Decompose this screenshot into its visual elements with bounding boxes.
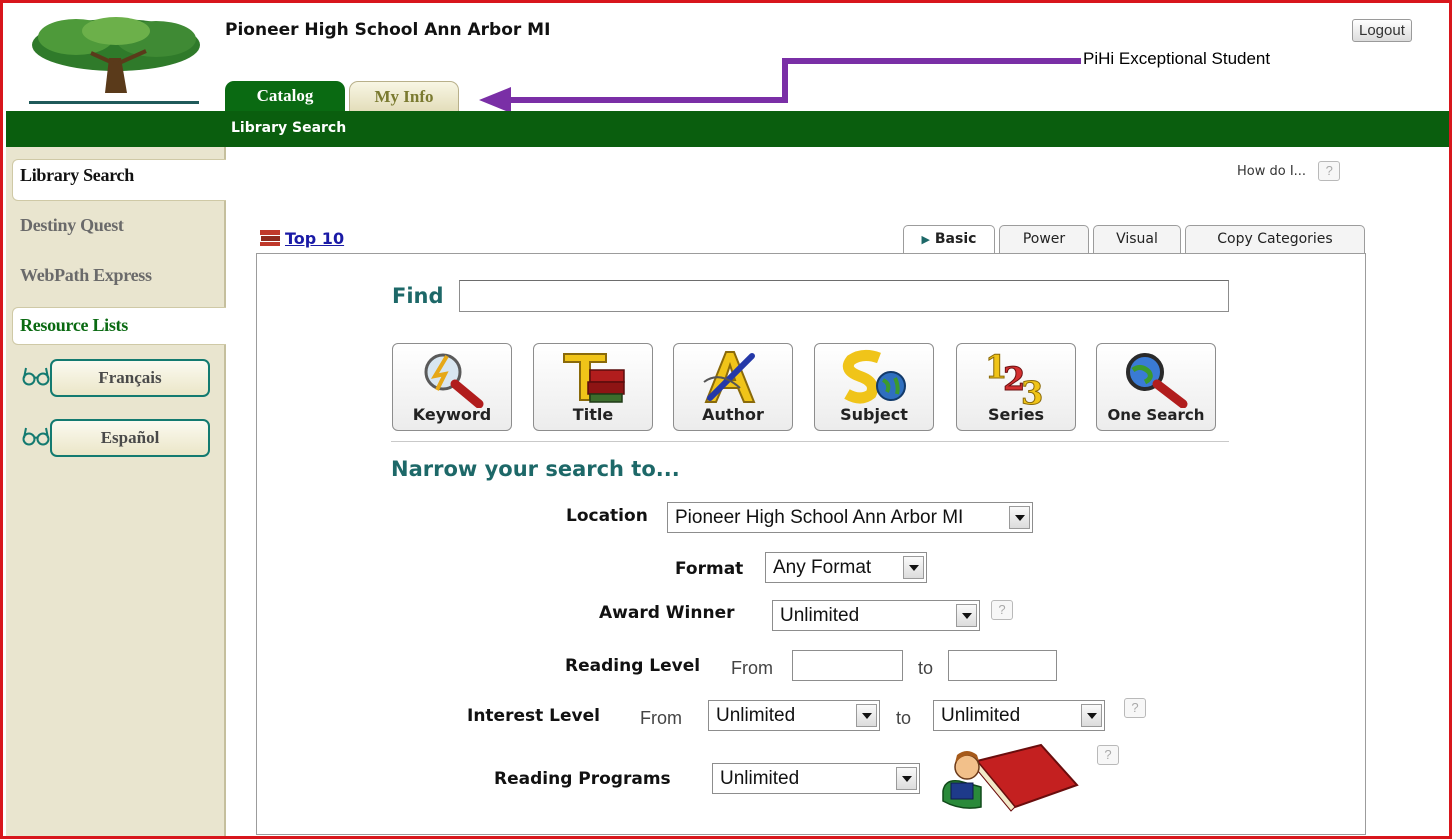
find-input[interactable] (459, 280, 1229, 312)
reading-to-label: to (918, 658, 934, 678)
tab-power[interactable]: Power (999, 225, 1089, 253)
interest-level-to-select[interactable]: Unlimited (933, 700, 1105, 731)
sidebar-item-webpath-express[interactable]: WebPath Express (20, 265, 152, 286)
reading-level-to-input[interactable] (948, 650, 1057, 681)
interest-level-from-select[interactable]: Unlimited (708, 700, 880, 731)
divider (391, 441, 1229, 442)
title-label: Title (572, 405, 614, 424)
interest-help-icon[interactable]: ? (1124, 698, 1146, 718)
subject-globe-icon (842, 349, 906, 404)
reading-programs-label: Reading Programs (494, 769, 671, 789)
title-books-icon (563, 353, 625, 403)
subject-search-button[interactable]: Subject (814, 343, 934, 431)
reading-from-label: From (731, 658, 773, 678)
tab-visual[interactable]: Visual (1093, 225, 1181, 253)
sidebar-item-library-search[interactable]: Library Search (20, 165, 134, 186)
interest-to-value: Unlimited (941, 705, 1021, 726)
interest-from-value: Unlimited (716, 705, 796, 726)
format-value: Any Format (773, 557, 872, 578)
glasses-icon (22, 365, 50, 392)
interest-from-label: From (640, 708, 682, 728)
help-icon[interactable]: ? (1318, 161, 1341, 181)
author-pen-icon (703, 351, 756, 403)
reading-programs-value: Unlimited (720, 768, 800, 789)
format-select[interactable]: Any Format (765, 552, 927, 583)
author-search-button[interactable]: Author (673, 343, 793, 431)
award-winner-value: Unlimited (780, 605, 860, 626)
find-label: Find (392, 284, 444, 308)
sidebar-item-destiny-quest[interactable]: Destiny Quest (20, 215, 124, 236)
chevron-down-icon (1009, 506, 1030, 529)
award-winner-label: Award Winner (599, 603, 735, 623)
resource-list-espanol[interactable]: Español (50, 419, 210, 457)
reading-level-from-input[interactable] (792, 650, 903, 681)
series-label: Series (987, 405, 1045, 424)
location-label: Location (566, 506, 648, 526)
location-select[interactable]: Pioneer High School Ann Arbor MI (667, 502, 1033, 533)
award-winner-select[interactable]: Unlimited (772, 600, 980, 631)
school-name: Pioneer High School Ann Arbor MI (225, 20, 551, 40)
tab-arrow-icon: ▶ (921, 233, 931, 246)
reading-programs-select[interactable]: Unlimited (712, 763, 920, 794)
location-value: Pioneer High School Ann Arbor MI (675, 507, 964, 528)
interest-level-label: Interest Level (467, 706, 600, 726)
search-panel (256, 253, 1366, 835)
tab-basic[interactable]: ▶ Basic (903, 225, 995, 253)
tab-catalog[interactable]: Catalog (225, 81, 345, 113)
author-label: Author (702, 405, 764, 424)
how-do-i[interactable]: How do I... ? (1237, 161, 1341, 181)
keyword-magnifier-icon (424, 353, 484, 408)
resource-list-francais[interactable]: Français (50, 359, 210, 397)
reading-level-label: Reading Level (565, 656, 701, 676)
how-do-i-label: How do I... (1237, 164, 1307, 179)
chevron-down-icon (896, 767, 917, 790)
series-123-icon: 1 2 3 (985, 348, 1044, 408)
user-name: PiHi Exceptional Student (1083, 49, 1271, 68)
chevron-down-icon (956, 604, 977, 627)
top10-books-icon (259, 229, 280, 247)
glasses-icon (22, 425, 50, 452)
chevron-down-icon (856, 704, 877, 727)
tab-my-info[interactable]: My Info (349, 81, 459, 113)
one-search-button[interactable]: One Search (1096, 343, 1216, 431)
title-search-button[interactable]: Title (533, 343, 653, 431)
keyword-label: Keyword (412, 405, 492, 424)
keyword-search-button[interactable]: Keyword (392, 343, 512, 431)
top10-link[interactable]: Top 10 (285, 229, 344, 248)
chevron-down-icon (903, 556, 924, 579)
narrow-heading: Narrow your search to... (391, 457, 680, 481)
logout-button[interactable]: Logout (1352, 19, 1412, 42)
reading-programs-help-icon[interactable]: ? (1097, 745, 1119, 765)
format-label: Format (675, 559, 744, 579)
tab-basic-label: Basic (934, 231, 977, 247)
sidebar-item-resource-lists[interactable]: Resource Lists (20, 315, 128, 336)
subject-label: Subject (840, 405, 908, 424)
sidebar: Library Search Destiny Quest WebPath Exp… (6, 147, 226, 836)
award-help-icon[interactable]: ? (991, 600, 1013, 620)
nav-bar (6, 111, 1449, 147)
reading-child-book-icon (942, 743, 1079, 812)
series-search-button[interactable]: 1 2 3 Series (956, 343, 1076, 431)
tab-copy-categories[interactable]: Copy Categories (1185, 225, 1365, 253)
interest-to-label: to (896, 708, 912, 728)
app-frame: Pioneer High School Ann Arbor MI Logout … (0, 0, 1452, 839)
one-search-magnifier-icon (1126, 353, 1188, 408)
annotation-arrow (479, 58, 1081, 113)
one-search-label: One Search (1107, 406, 1205, 424)
svg-text:3: 3 (1021, 374, 1043, 408)
chevron-down-icon (1081, 704, 1102, 727)
subnav-library-search[interactable]: Library Search (231, 120, 346, 136)
school-logo (21, 13, 207, 108)
